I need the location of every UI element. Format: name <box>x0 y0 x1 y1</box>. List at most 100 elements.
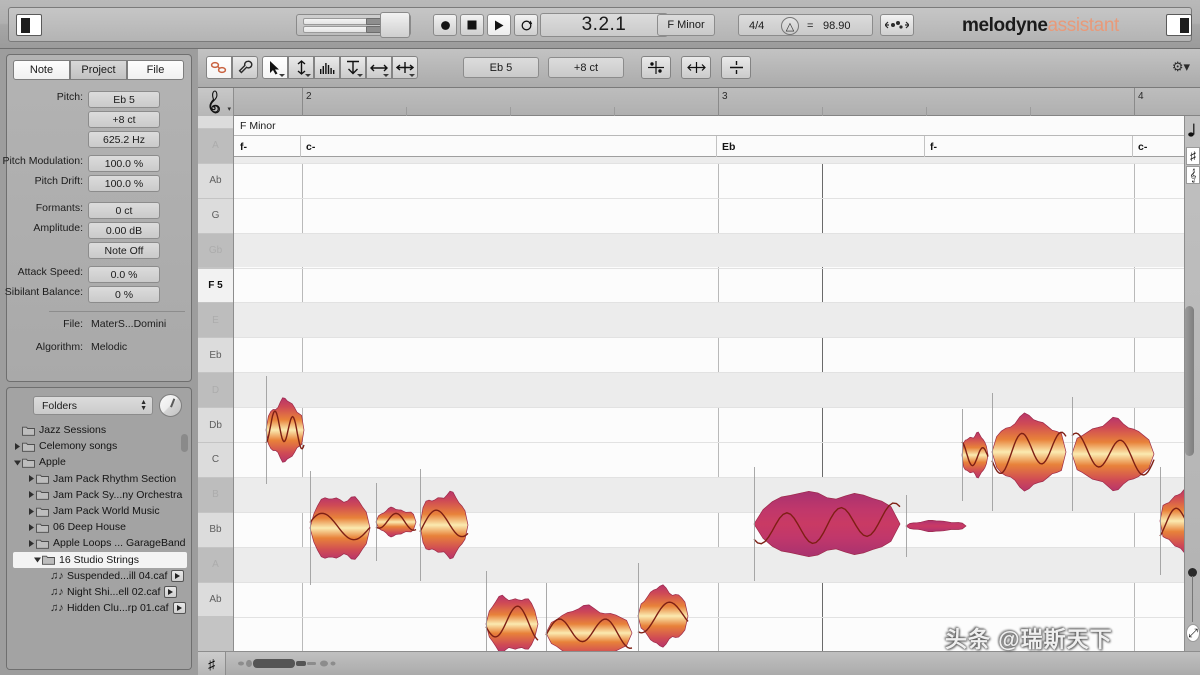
tree-row[interactable]: Jam Pack Rhythm Section <box>7 471 191 487</box>
sharp-sign-icon[interactable]: ♯ <box>1186 147 1200 165</box>
pitch-key-eb[interactable]: Eb <box>198 338 233 373</box>
pitch-key-bb[interactable]: Bb <box>198 116 233 128</box>
play-button[interactable] <box>487 14 511 36</box>
pitch-key-g[interactable]: G <box>198 198 233 233</box>
chord-label[interactable]: f- <box>240 141 247 153</box>
note-edit-icon[interactable] <box>206 56 232 79</box>
pitch-key-bb[interactable]: Bb <box>198 512 233 547</box>
twisty-open-icon[interactable] <box>33 555 42 564</box>
twisty-closed-icon[interactable] <box>27 507 36 516</box>
tree-row[interactable]: Apple <box>7 454 191 470</box>
twisty-open-icon[interactable] <box>13 458 22 467</box>
note-blob[interactable] <box>1159 488 1184 554</box>
play-preview-button[interactable] <box>164 585 178 598</box>
twisty-closed-icon[interactable] <box>27 523 36 532</box>
formant-tool-icon[interactable] <box>314 56 340 79</box>
toolbar-pitch-field[interactable]: Eb 5 <box>463 57 539 78</box>
pitch-key-d[interactable]: D <box>198 373 233 408</box>
note-blob[interactable] <box>1071 416 1155 492</box>
tempo-value[interactable]: 98.90 <box>823 20 851 32</box>
note-separator[interactable] <box>486 571 487 651</box>
value-cents[interactable]: +8 ct <box>88 111 160 128</box>
bottom-sharp-icon[interactable]: ♯ <box>198 652 226 675</box>
value-formants[interactable]: 0 ct <box>88 202 160 219</box>
note-blob[interactable] <box>265 397 305 463</box>
key-signature-display[interactable]: F Minor <box>657 14 715 36</box>
amplitude-tool-icon[interactable] <box>340 56 366 79</box>
note-split-icon[interactable] <box>721 56 751 79</box>
note-assignment-icon[interactable] <box>880 14 914 36</box>
note-separator[interactable] <box>266 376 267 484</box>
scale-track[interactable]: F Minor <box>234 116 1184 136</box>
tree-row[interactable]: ♫♪ Night Shi...ell 02.caf <box>7 584 191 600</box>
correct-pitch-icon[interactable] <box>641 56 671 79</box>
note-blobs[interactable] <box>234 157 1184 651</box>
pitch-key-f5[interactable]: F 5 <box>198 268 233 303</box>
note-blob[interactable] <box>545 604 633 651</box>
note-separator[interactable] <box>1160 467 1161 575</box>
tree-row[interactable]: 16 Studio Strings <box>13 551 187 568</box>
panel-left-toggle[interactable] <box>16 14 42 36</box>
tree-row[interactable]: Jazz Sessions <box>7 422 191 438</box>
pitch-key-ab[interactable]: Ab <box>198 582 233 617</box>
note-separator[interactable] <box>1072 397 1073 511</box>
tree-row[interactable]: Apple Loops ... GarageBand <box>7 535 191 551</box>
note-blob[interactable] <box>905 519 967 533</box>
note-blob[interactable] <box>309 496 371 560</box>
note-separator[interactable] <box>906 495 907 557</box>
value-pitch-drift[interactable]: 100.0 % <box>88 175 160 192</box>
chord-label[interactable]: c- <box>1138 141 1147 153</box>
tree-row[interactable]: Celemony songs <box>7 438 191 454</box>
note-separator[interactable] <box>376 483 377 561</box>
chord-label[interactable]: c- <box>306 141 315 153</box>
quantize-time-icon[interactable] <box>681 56 711 79</box>
pitch-key-a[interactable]: A <box>198 128 233 163</box>
note-separator[interactable] <box>992 393 993 511</box>
tree-row[interactable]: ♫♪ Suspended...ill 04.caf <box>7 568 191 584</box>
pitch-tool-icon[interactable] <box>288 56 314 79</box>
zoom-slider-track[interactable] <box>1192 576 1193 622</box>
chord-label[interactable]: f- <box>930 141 937 153</box>
play-preview-button[interactable] <box>171 569 185 582</box>
note-blob[interactable] <box>991 412 1067 492</box>
waveform-overview[interactable] <box>234 656 374 671</box>
pitch-key-a[interactable]: A <box>198 547 233 582</box>
value-note-off[interactable]: Note Off <box>88 242 160 259</box>
note-blob[interactable] <box>637 584 689 648</box>
vertical-scrollbar[interactable] <box>1185 306 1194 456</box>
value-pitch-modulation[interactable]: 100.0 % <box>88 155 160 172</box>
note-separator[interactable] <box>420 469 421 581</box>
time-tool-icon[interactable] <box>366 56 392 79</box>
tree-row[interactable]: ♫♪ Hidden Clu...rp 01.caf <box>7 600 191 616</box>
chord-track[interactable]: f-c- Eb f-c- <box>234 136 1184 157</box>
folder-tree[interactable]: Jazz Sessions Celemony songs Apple Jam Pack… <box>7 422 191 669</box>
tree-row[interactable]: 06 Deep House <box>7 519 191 535</box>
tree-row[interactable]: Jam Pack World Music <box>7 503 191 519</box>
treble-clef-icon[interactable]: ▾ <box>198 88 234 116</box>
tab-project[interactable]: Project <box>70 60 127 80</box>
mix-mode-button[interactable] <box>380 12 410 38</box>
twisty-closed-icon[interactable] <box>27 539 36 548</box>
record-button[interactable] <box>433 14 457 36</box>
chord-label[interactable]: Eb <box>722 141 735 153</box>
time-position-display[interactable]: 3.2.1 <box>540 13 668 37</box>
note-blob[interactable] <box>753 490 901 558</box>
arrow-tool-icon[interactable] <box>262 56 288 79</box>
value-pitch[interactable]: Eb 5 <box>88 91 160 108</box>
note-separator[interactable] <box>754 467 755 581</box>
bass-clef-icon[interactable]: 𝄞 <box>1186 166 1200 184</box>
tree-row[interactable]: Jam Pack Sy...ny Orchestra <box>7 487 191 503</box>
note-separator[interactable] <box>962 409 963 501</box>
note-separation-icon[interactable] <box>392 56 418 79</box>
pitch-key-e[interactable]: E <box>198 303 233 338</box>
note-blob[interactable] <box>485 594 539 651</box>
pitch-key-db[interactable]: Db <box>198 408 233 442</box>
zoom-fit-icon[interactable]: ⤢ <box>1186 624 1200 642</box>
note-separator[interactable] <box>546 583 547 651</box>
browser-scrollbar[interactable] <box>181 434 188 452</box>
note-blob[interactable] <box>961 431 989 479</box>
tempo-group[interactable]: 4/4 △ = 98.90 <box>738 14 873 36</box>
volume-knob[interactable] <box>159 394 182 417</box>
pitch-key-b[interactable]: B <box>198 477 233 512</box>
value-attack-speed[interactable]: 0.0 % <box>88 266 160 283</box>
